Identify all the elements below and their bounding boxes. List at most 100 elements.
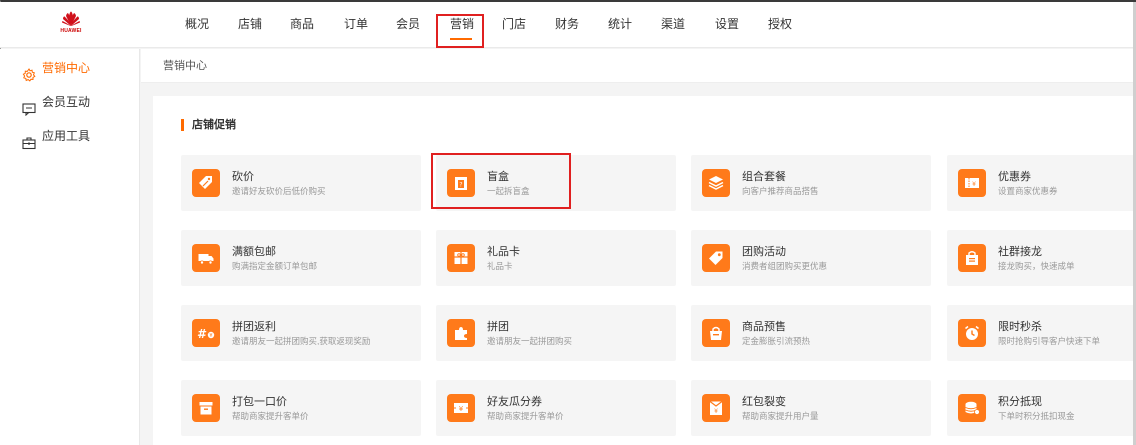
marketing-content-panel: 店铺促销 砍价 邀请好友砍价后低价购买 ? 盲盒 一起拆盲盒 组合套餐 向客户推…	[153, 96, 1136, 445]
tag-percent-icon	[192, 169, 220, 197]
card-desc: 礼品卡	[487, 261, 513, 271]
nav-label: 会员	[396, 17, 421, 31]
sidebar-item-label: 会员互动	[42, 95, 91, 109]
card-bundle-price[interactable]: 打包一口价 帮助商家提升客单价	[181, 380, 421, 436]
card-presale[interactable]: 商品预售 定金膨胀引流预热	[691, 305, 931, 361]
card-combo-package[interactable]: 组合套餐 向客户推荐商品搭售	[691, 155, 931, 211]
svg-text:¥: ¥	[972, 181, 976, 188]
card-title: 好友瓜分券	[487, 396, 542, 408]
top-navigation-bar: HUAWEI 概况 店铺 商品 订单 会员 营销 门店 财务 统计 渠道 设置 …	[0, 2, 1136, 48]
truck-icon	[192, 244, 220, 272]
card-points-deduction[interactable]: 积分抵现 下单时积分抵扣现金	[947, 380, 1136, 436]
card-community-relay[interactable]: 社群接龙 接龙购买，快速成单	[947, 230, 1136, 286]
puzzle-icon	[447, 319, 475, 347]
card-friend-split-coupon[interactable]: ¥ 好友瓜分券 帮助商家提升客单价	[436, 380, 676, 436]
card-desc: 接龙购买，快速成单	[998, 261, 1075, 271]
card-group-buy[interactable]: 团购活动 消费者组团购买更优惠	[691, 230, 931, 286]
card-desc: 邀请朋友一起拼团购买	[487, 336, 573, 346]
card-desc: 定金膨胀引流预热	[742, 336, 811, 346]
card-title: 打包一口价	[232, 396, 287, 408]
breadcrumb-current: 营销中心	[163, 60, 207, 72]
svg-text:¥: ¥	[459, 405, 464, 413]
nav-item-store[interactable]: 店铺	[238, 2, 290, 48]
card-title: 礼品卡	[487, 246, 520, 258]
nav-label: 店铺	[238, 17, 263, 31]
nav-label: 概况	[185, 17, 210, 31]
card-desc: 帮助商家提升客单价	[232, 411, 309, 421]
sidebar-item-label: 营销中心	[42, 61, 91, 75]
group-rebate-icon: # ¥	[192, 319, 220, 347]
card-flash-sale[interactable]: 限时秒杀 限时抢购引导客户快速下单	[947, 305, 1136, 361]
huawei-flower-icon	[61, 11, 81, 27]
breadcrumb: 营销中心	[141, 49, 1136, 83]
nav-item-overview[interactable]: 概况	[185, 2, 238, 48]
svg-text:¥: ¥	[714, 408, 718, 415]
card-gift-card[interactable]: 礼品卡 礼品卡	[436, 230, 676, 286]
card-desc: 下单时积分抵扣现金	[998, 411, 1075, 421]
coins-icon	[958, 394, 986, 422]
card-coupon[interactable]: ¥ 优惠券 设置商家优惠券	[947, 155, 1136, 211]
sidebar-item-marketing-center[interactable]: 营销中心	[0, 51, 139, 85]
nav-item-stores[interactable]: 门店	[502, 2, 555, 48]
gear-icon	[22, 61, 36, 82]
highlight-box-blind-box	[431, 153, 571, 209]
alarm-clock-icon	[958, 319, 986, 347]
card-title: 满额包邮	[232, 246, 276, 258]
svg-text:#: #	[197, 327, 207, 341]
split-coupon-icon: ¥	[447, 394, 475, 422]
card-title: 团购活动	[742, 246, 786, 258]
highlight-box-marketing-tab	[436, 14, 484, 48]
card-title: 商品预售	[742, 321, 786, 333]
huawei-logo[interactable]: HUAWEI	[56, 11, 86, 41]
card-red-envelope[interactable]: ¥ 红包裂变 帮助商家提升用户量	[691, 380, 931, 436]
card-desc: 邀请朋友一起拼团购买,获取返现奖励	[232, 336, 371, 346]
main-nav: 概况 店铺 商品 订单 会员 营销 门店 财务 统计 渠道 设置 授权	[185, 2, 808, 48]
card-desc: 限时抢购引导客户快速下单	[998, 336, 1101, 346]
sidebar: 营销中心 会员互动 应用工具	[0, 49, 140, 445]
card-desc: 帮助商家提升客单价	[487, 411, 564, 421]
sidebar-item-app-tools[interactable]: 应用工具	[0, 119, 139, 153]
card-title: 社群接龙	[998, 246, 1042, 258]
card-title: 拼团返利	[232, 321, 276, 333]
card-title: 拼团	[487, 321, 509, 333]
card-desc: 设置商家优惠券	[998, 186, 1058, 196]
card-free-shipping[interactable]: 满额包邮 购满指定金额订单包邮	[181, 230, 421, 286]
nav-label: 统计	[608, 17, 633, 31]
card-title: 优惠券	[998, 171, 1031, 183]
nav-label: 商品	[290, 17, 315, 31]
chat-icon	[22, 95, 36, 117]
card-group-purchase[interactable]: 拼团 邀请朋友一起拼团购买	[436, 305, 676, 361]
nav-item-orders[interactable]: 订单	[344, 2, 396, 48]
card-bargain[interactable]: 砍价 邀请好友砍价后低价购买	[181, 155, 421, 211]
card-desc: 邀请好友砍价后低价购买	[232, 186, 326, 196]
red-envelope-icon: ¥	[702, 394, 730, 422]
section-title: 店铺促销	[181, 119, 236, 131]
presale-bag-icon	[702, 319, 730, 347]
card-desc: 帮助商家提升用户量	[742, 411, 819, 421]
gift-card-icon	[447, 244, 475, 272]
svg-text:¥: ¥	[209, 333, 212, 339]
card-title: 组合套餐	[742, 171, 786, 183]
nav-item-authorization[interactable]: 授权	[768, 2, 808, 48]
nav-item-settings[interactable]: 设置	[715, 2, 768, 48]
card-desc: 消费者组团购买更优惠	[742, 261, 828, 271]
sidebar-item-member-interaction[interactable]: 会员互动	[0, 85, 139, 119]
toolbox-icon	[22, 129, 36, 150]
sidebar-item-label: 应用工具	[42, 129, 91, 143]
package-box-icon	[192, 394, 220, 422]
nav-item-channels[interactable]: 渠道	[661, 2, 715, 48]
nav-item-statistics[interactable]: 统计	[608, 2, 661, 48]
card-title: 红包裂变	[742, 396, 786, 408]
card-title: 积分抵现	[998, 396, 1042, 408]
layers-icon	[702, 169, 730, 197]
card-group-rebate[interactable]: # ¥ 拼团返利 邀请朋友一起拼团购买,获取返现奖励	[181, 305, 421, 361]
card-title: 砍价	[232, 171, 254, 183]
card-desc: 购满指定金额订单包邮	[232, 261, 318, 271]
logo-text: HUAWEI	[60, 28, 82, 34]
nav-label: 订单	[344, 17, 369, 31]
card-desc: 向客户推荐商品搭售	[742, 186, 819, 196]
nav-label: 授权	[768, 17, 793, 31]
nav-item-goods[interactable]: 商品	[290, 2, 344, 48]
nav-item-finance[interactable]: 财务	[555, 2, 608, 48]
price-tag-icon	[702, 244, 730, 272]
